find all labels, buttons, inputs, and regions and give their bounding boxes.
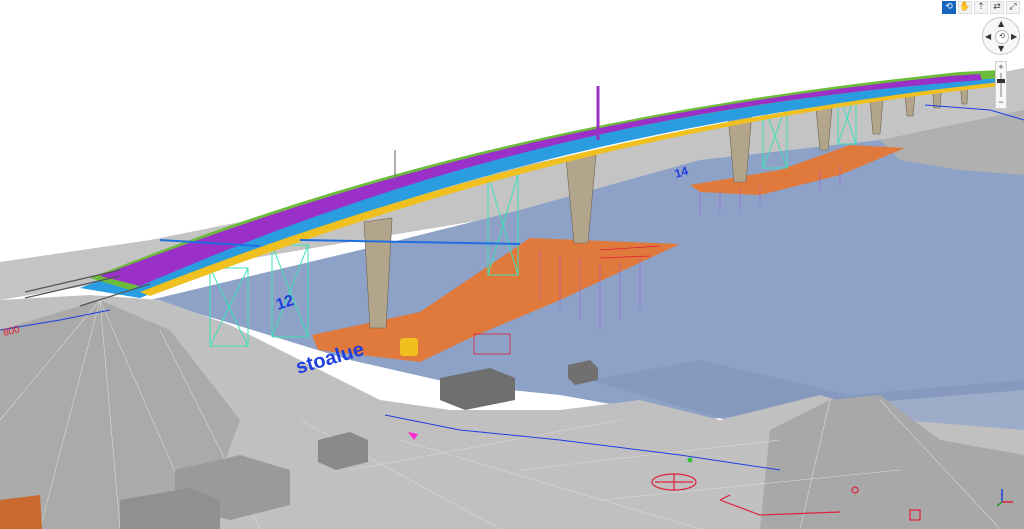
zoom-thumb[interactable] [997,79,1005,84]
swap-tool-button[interactable]: ⇄ [990,0,1004,14]
zoom-track[interactable] [1000,73,1002,97]
walk-tool-button[interactable]: ⇡ [974,0,988,14]
zoom-in-button[interactable]: + [996,63,1006,72]
green-marker [687,457,693,463]
view-toolbar: ⟲ ✋ ⇡ ⇄ ⤢ [942,0,1020,14]
navigation-wheel[interactable]: ▲ ▼ ◀ ▶ ⟲ [982,17,1020,55]
bridge-model-scene[interactable]: stoalue 12 14 800 [0,0,1024,529]
reset-view-icon[interactable]: ⟲ [995,30,1009,44]
fullscreen-tool-button[interactable]: ⤢ [1006,0,1020,14]
orbit-tool-button[interactable]: ⟲ [942,0,956,14]
zoom-out-button[interactable]: − [996,98,1006,107]
storage-tank [400,338,418,356]
pan-tool-button[interactable]: ✋ [958,0,972,14]
axis-indicator-icon [996,489,1013,507]
pan-left-icon[interactable]: ◀ [985,33,991,41]
pan-up-icon[interactable]: ▲ [998,20,1004,28]
pan-right-icon[interactable]: ▶ [1011,33,1017,41]
3d-viewport[interactable]: stoalue 12 14 800 ⟲ ✋ ⇡ ⇄ ⤢ ▲ ▼ ◀ ▶ ⟲ + − [0,0,1024,529]
pan-down-icon[interactable]: ▼ [998,45,1004,53]
zoom-slider[interactable]: + − [995,61,1007,109]
